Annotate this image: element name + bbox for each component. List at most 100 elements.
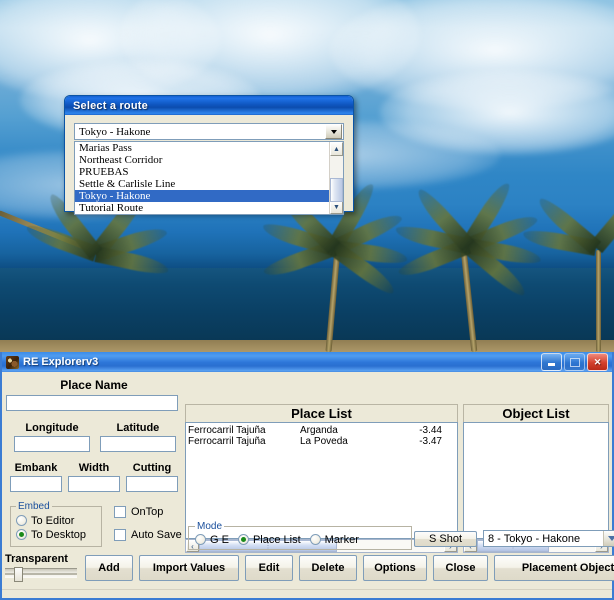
scrollbar-track[interactable] — [330, 156, 343, 200]
app-title: RE Explorerv3 — [23, 356, 541, 368]
width-input[interactable] — [68, 476, 120, 492]
route-option[interactable]: Tutorial Route — [75, 202, 329, 214]
radio-mode-ge[interactable]: G E — [195, 534, 229, 546]
radio-icon[interactable] — [195, 534, 206, 545]
chevron-down-icon[interactable] — [325, 124, 342, 139]
scroll-down-icon[interactable]: ▼ — [330, 200, 343, 214]
table-row[interactable]: Ferrocarril Tajuña Arganda -3.44 — [186, 425, 457, 436]
width-field-group: Width — [68, 462, 120, 494]
delete-button[interactable]: Delete — [299, 555, 357, 581]
transparent-block: Transparent — [5, 553, 81, 578]
re-explorer-window: RE Explorerv3 ✕ Place Name Longitude Lat… — [0, 352, 614, 600]
route-option[interactable]: PRUEBAS — [75, 166, 329, 178]
cutting-label: Cutting — [126, 462, 178, 474]
radio-to-editor[interactable]: To Editor — [16, 515, 97, 527]
radio-to-editor-label: To Editor — [31, 515, 74, 527]
embank-field-group: Embank — [10, 462, 62, 494]
s-shot-button[interactable]: S Shot — [414, 531, 477, 547]
radio-icon-selected[interactable] — [238, 534, 249, 545]
coordinate-fields: Longitude Latitude — [6, 422, 182, 454]
left-panel: Place Name Longitude Latitude Embank — [6, 374, 182, 547]
embed-group-label: Embed — [16, 501, 52, 512]
route-select-dropdown[interactable]: 8 - Tokyo - Hakone — [483, 530, 614, 547]
radio-mode-marker[interactable]: Marker — [310, 534, 359, 546]
embed-group: Embed To Editor To Desktop — [10, 501, 102, 547]
checkbox-autosave-label: Auto Save — [131, 529, 182, 541]
options-button[interactable]: Options — [363, 555, 427, 581]
place-list-coord: -3.47 — [410, 436, 442, 447]
scrollbar-thumb[interactable] — [330, 178, 343, 202]
transparency-slider[interactable] — [5, 568, 77, 578]
dialog-title: Select a route — [73, 100, 148, 112]
close-action-button[interactable]: Close — [433, 555, 488, 581]
add-button[interactable]: Add — [85, 555, 133, 581]
route-combobox-value: Tokyo - Hakone — [75, 126, 325, 138]
dialog-titlebar[interactable]: Select a route — [65, 96, 353, 115]
object-list-box[interactable] — [463, 422, 609, 539]
radio-mode-ge-label: G E — [210, 534, 229, 546]
status-bar — [2, 589, 612, 598]
route-combobox[interactable]: Tokyo - Hakone — [74, 123, 344, 140]
cutting-field-group: Cutting — [126, 462, 178, 494]
radio-mode-place-list-label: Place List — [253, 534, 301, 546]
cutting-input[interactable] — [126, 476, 178, 492]
radio-icon[interactable] — [16, 515, 27, 526]
radio-mode-place-list[interactable]: Place List — [238, 534, 301, 546]
app-icon — [6, 356, 19, 369]
object-list-title: Object List — [463, 404, 609, 422]
place-list-place: Arganda — [300, 425, 410, 436]
route-dropdown-list[interactable]: Marias Pass Northeast Corridor PRUEBAS S… — [74, 141, 344, 215]
place-list-coord: -3.44 — [410, 425, 442, 436]
longitude-input[interactable] — [14, 436, 90, 452]
checkbox-icon[interactable] — [114, 506, 126, 518]
radio-mode-marker-label: Marker — [325, 534, 359, 546]
mode-panel: Mode G E Place List Marker — [188, 521, 412, 550]
edit-button[interactable]: Edit — [245, 555, 293, 581]
transparent-label: Transparent — [5, 553, 81, 565]
route-option-selected[interactable]: Tokyo - Hakone — [75, 190, 329, 202]
radio-icon[interactable] — [310, 534, 321, 545]
app-titlebar[interactable]: RE Explorerv3 ✕ — [2, 352, 612, 372]
radio-to-desktop[interactable]: To Desktop — [16, 529, 97, 541]
place-name-label: Place Name — [6, 378, 182, 392]
slider-thumb[interactable] — [14, 567, 23, 582]
place-list-route: Ferrocarril Tajuña — [188, 436, 300, 447]
checkbox-autosave[interactable]: Auto Save — [114, 529, 182, 541]
embank-input[interactable] — [10, 476, 62, 492]
import-values-button[interactable]: Import Values — [139, 555, 239, 581]
width-label: Width — [68, 462, 120, 474]
table-row[interactable]: Ferrocarril Tajuña La Poveda -3.47 — [186, 436, 457, 447]
place-list-title: Place List — [185, 404, 458, 422]
select-route-dialog: Select a route Tokyo - Hakone Marias Pas… — [64, 95, 354, 212]
close-button[interactable]: ✕ — [587, 353, 608, 371]
latitude-label: Latitude — [100, 422, 176, 434]
route-option[interactable]: Settle & Carlisle Line — [75, 178, 329, 190]
checkbox-ontop-label: OnTop — [131, 506, 163, 518]
route-select-value: 8 - Tokyo - Hakone — [484, 533, 603, 545]
terrain-fields: Embank Width Cutting — [6, 462, 182, 494]
sshot-row: S Shot 8 - Tokyo - Hakone — [414, 530, 614, 547]
placement-object-button[interactable]: Placement Object — [494, 555, 614, 581]
beach-sand — [0, 340, 614, 352]
radio-to-desktop-label: To Desktop — [31, 529, 86, 541]
checkbox-ontop[interactable]: OnTop — [114, 506, 182, 518]
maximize-button[interactable] — [564, 353, 585, 371]
checkbox-icon[interactable] — [114, 529, 126, 541]
embank-label: Embank — [10, 462, 62, 474]
route-option-container: Marias Pass Northeast Corridor PRUEBAS S… — [75, 142, 329, 214]
mode-group: Mode G E Place List Marker — [188, 521, 412, 550]
place-list-route: Ferrocarril Tajuña — [188, 425, 300, 436]
mode-group-label: Mode — [195, 521, 224, 532]
route-option[interactable]: Northeast Corridor — [75, 154, 329, 166]
place-list-place: La Poveda — [300, 436, 410, 447]
longitude-label: Longitude — [14, 422, 90, 434]
scroll-up-icon[interactable]: ▲ — [330, 142, 343, 156]
radio-icon-selected[interactable] — [16, 529, 27, 540]
chevron-down-icon[interactable] — [603, 531, 614, 546]
minimize-button[interactable] — [541, 353, 562, 371]
latitude-input[interactable] — [100, 436, 176, 452]
route-option[interactable]: Marias Pass — [75, 142, 329, 154]
dropdown-scrollbar[interactable]: ▲ ▼ — [329, 142, 343, 214]
window-controls: ✕ — [541, 353, 612, 371]
place-name-input[interactable] — [6, 395, 178, 411]
